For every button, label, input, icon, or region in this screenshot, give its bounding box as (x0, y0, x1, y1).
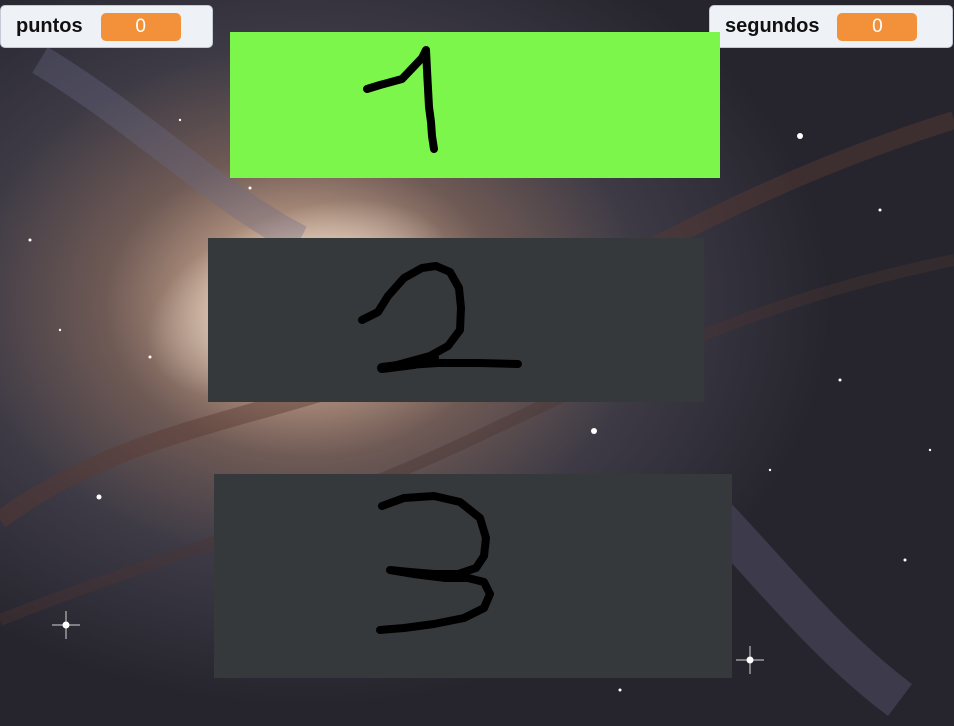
choice-card-2[interactable] (208, 238, 704, 402)
timer-label: segundos (725, 15, 820, 37)
choice-card-1[interactable] (230, 32, 720, 178)
card-2-fill (208, 238, 704, 402)
choice-card-3[interactable] (214, 474, 732, 678)
choice-card-3-shape (214, 474, 732, 678)
game-stage[interactable]: puntos 0 segundos 0 (0, 0, 954, 726)
score-label: puntos (16, 15, 83, 37)
timer-monitor: segundos 0 (709, 5, 953, 48)
choice-card-2-shape (208, 238, 704, 402)
card-1-fill (230, 32, 720, 178)
score-monitor: puntos 0 (0, 5, 213, 48)
timer-value: 0 (837, 12, 918, 41)
choice-card-1-shape (230, 32, 720, 178)
score-value: 0 (100, 12, 181, 41)
